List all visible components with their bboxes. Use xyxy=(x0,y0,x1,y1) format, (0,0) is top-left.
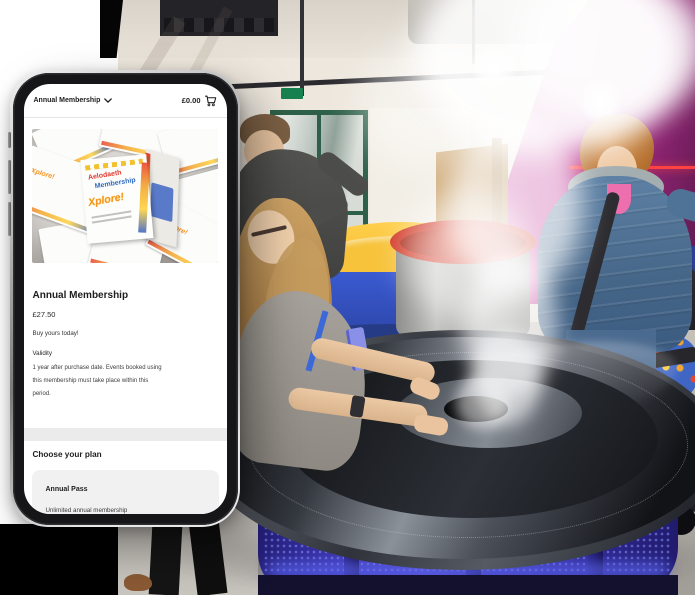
phone-volume-button xyxy=(8,202,11,236)
plan-description: Unlimited annual membership xyxy=(46,507,128,514)
card-brand-text: Xplore! xyxy=(87,190,125,208)
page: Annual Membership £0.00 xyxy=(0,0,695,595)
folded-membership-card: Aelodaeth Membership Xplore! xyxy=(84,151,188,247)
section-divider-band xyxy=(24,428,227,441)
ceiling-pipe xyxy=(300,0,304,96)
plan-option-annual-pass[interactable]: Annual Pass Unlimited annual membership xyxy=(32,470,219,514)
validity-label: Validity xyxy=(33,350,53,357)
phone-body: Annual Membership £0.00 xyxy=(13,73,238,525)
black-decor-shape xyxy=(0,524,118,595)
exit-sign xyxy=(281,88,303,99)
vortex-table-bottom-band xyxy=(258,575,678,595)
product-selector-label: Annual Membership xyxy=(34,97,101,104)
product-price: £27.50 xyxy=(33,310,56,319)
phone-side-button xyxy=(8,132,11,148)
rainbow-stripe xyxy=(138,162,150,232)
product-title: Annual Membership xyxy=(33,290,129,301)
phone-screen: Annual Membership £0.00 xyxy=(24,84,227,514)
card-photo-patch xyxy=(150,182,173,222)
yellow-dash-strip xyxy=(84,158,142,170)
validity-text: 1 year after purchase date. Events booke… xyxy=(33,362,162,401)
cart-total: £0.00 xyxy=(182,96,201,105)
card-brand-text: Xplore! xyxy=(32,167,55,180)
plan-name: Annual Pass xyxy=(46,486,88,493)
validity-line: period. xyxy=(33,388,162,401)
product-tagline: Buy yours today! xyxy=(33,330,79,337)
product-selector-dropdown[interactable]: Annual Membership xyxy=(34,97,113,104)
chevron-down-icon xyxy=(104,98,112,103)
choose-plan-heading: Choose your plan xyxy=(33,450,102,459)
header-divider xyxy=(24,117,227,118)
shop-header: Annual Membership £0.00 xyxy=(24,84,227,117)
product-image: Xplore! Xplore! Aelodaeth Member xyxy=(32,129,218,263)
folded-card-front-face: Aelodaeth Membership Xplore! xyxy=(80,154,153,243)
validity-line: this membership must take place within t… xyxy=(33,375,162,388)
validity-line: 1 year after purchase date. Events booke… xyxy=(33,362,162,375)
cart-icon xyxy=(204,94,217,107)
phone-volume-button xyxy=(8,160,11,194)
cart-button[interactable]: £0.00 xyxy=(182,94,217,107)
phone-mockup: Annual Membership £0.00 xyxy=(10,70,240,527)
girl-visitor-shoe xyxy=(124,574,152,591)
